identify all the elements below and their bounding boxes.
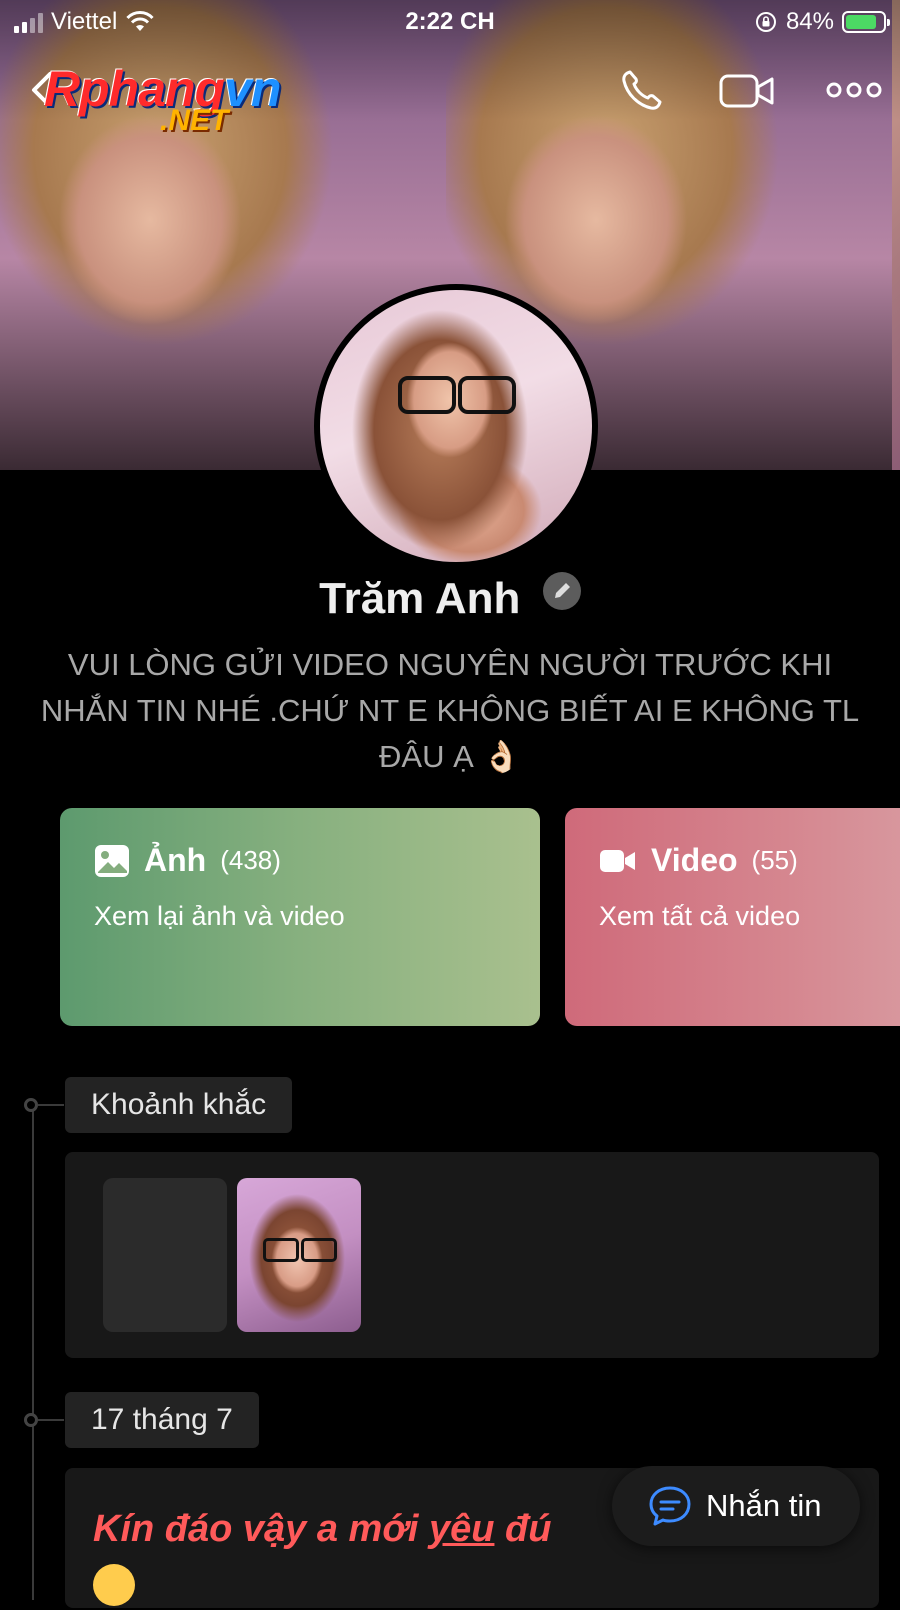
watermark-logo: Rphangvn .NET	[44, 60, 324, 140]
video-camera-icon	[600, 849, 635, 872]
phone-icon[interactable]	[618, 68, 666, 112]
edit-icon[interactable]	[542, 572, 581, 610]
photos-label: Ảnh	[144, 842, 207, 878]
media-cards: Ảnh (438) Xem lại ảnh và video Video (55…	[60, 808, 900, 1026]
moments-header: Khoảnh khắc	[65, 1077, 293, 1133]
photos-subtitle: Xem lại ảnh và video	[94, 901, 345, 931]
profile-avatar[interactable]	[314, 284, 598, 568]
timeline-tick	[38, 1419, 64, 1421]
photos-card-title: Ảnh (438)	[94, 842, 540, 879]
more-icon[interactable]	[826, 68, 882, 112]
battery-fill	[846, 15, 876, 29]
profile-name-row: Trăm Anh	[0, 572, 900, 624]
status-bar: Viettel 2:22 CH 84%	[0, 0, 900, 46]
top-navigation: Rphangvn .NET	[0, 60, 900, 137]
orientation-lock-icon	[755, 12, 776, 32]
battery-icon	[842, 11, 890, 33]
timeline-dot	[24, 1413, 38, 1427]
video-call-icon[interactable]	[718, 68, 776, 112]
videos-label: Video	[651, 842, 738, 878]
profile-bio: VUI LÒNG GỬI VIDEO NGUYÊN NGƯỜI TRƯỚC KH…	[40, 647, 860, 774]
add-moment-thumbnail[interactable]	[103, 1178, 227, 1332]
videos-card-title: Video (55)	[599, 842, 900, 879]
photos-count: (438)	[220, 845, 281, 875]
profile-name: Trăm Anh	[319, 574, 521, 623]
timeline-dot	[24, 1098, 38, 1112]
watermark-suffix: .NET	[160, 104, 229, 137]
videos-count: (55)	[751, 845, 798, 875]
timeline-line	[32, 1106, 34, 1600]
moments-section	[65, 1152, 879, 1358]
date-header: 17 tháng 7	[65, 1392, 259, 1448]
message-button-label: Nhắn tin	[706, 1488, 822, 1523]
battery-percent: 84%	[785, 8, 834, 35]
videos-subtitle: Xem tất cả video	[599, 901, 801, 931]
image-icon	[95, 844, 129, 877]
message-button[interactable]: Nhắn tin	[612, 1466, 860, 1546]
chat-bubble-icon	[649, 1486, 691, 1526]
moment-thumbnail[interactable]	[237, 1178, 361, 1332]
status-right: 84%	[754, 8, 890, 36]
timeline-tick	[38, 1104, 64, 1106]
photos-card[interactable]: Ảnh (438) Xem lại ảnh và video	[60, 808, 540, 1026]
videos-card[interactable]: Video (55) Xem tất cả video	[565, 808, 900, 1026]
